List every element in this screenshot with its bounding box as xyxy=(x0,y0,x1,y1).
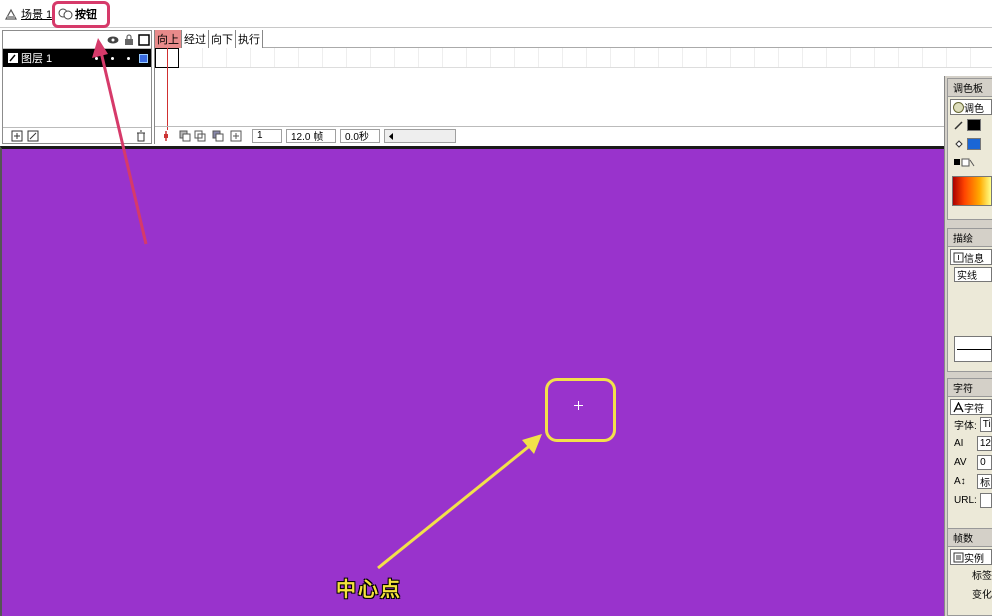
frame-panel: 帧数 实例 标签 变化 xyxy=(947,528,992,616)
layer-panel: 图层 1 xyxy=(2,30,152,144)
frame-label-row-panel: 标签 xyxy=(948,565,992,584)
add-guide-layer-icon[interactable] xyxy=(27,130,39,142)
url-field[interactable] xyxy=(979,493,992,508)
playhead[interactable] xyxy=(167,48,168,130)
stage[interactable]: 中心点 xyxy=(0,146,944,616)
url-row: URL: xyxy=(948,491,992,510)
layer-name: 图层 1 xyxy=(21,53,53,65)
center-point-annotation: 中心点 xyxy=(336,579,402,601)
palette-icon xyxy=(953,101,964,113)
lock-icon[interactable] xyxy=(123,34,135,46)
onion-outline-icon[interactable] xyxy=(194,130,206,142)
tracking-label: AV xyxy=(954,457,967,468)
paint-bucket-icon xyxy=(955,139,963,148)
add-layer-icon[interactable] xyxy=(11,130,23,142)
frame-tween-row: 变化 xyxy=(948,584,992,603)
instance-icon xyxy=(953,552,964,562)
swap-colors-icon[interactable] xyxy=(954,158,976,168)
current-frame: 1 xyxy=(252,128,282,143)
frame-tween-text: 变化 xyxy=(972,590,992,601)
stroke-style-dropdown[interactable]: 实线 xyxy=(954,267,992,282)
trash-icon[interactable] xyxy=(135,130,147,142)
character-title[interactable]: 字符 xyxy=(948,379,992,397)
kerning-label: A↕ xyxy=(954,476,966,487)
stroke-color-swatch[interactable] xyxy=(967,118,981,131)
tracking-field[interactable]: 0 xyxy=(977,455,992,470)
frame-area: 向上 经过 向下 执行 1 12.0 帧 0.0秒 xyxy=(154,30,992,144)
onion-markers-icon[interactable] xyxy=(230,130,242,142)
frame-label-text: 标签 xyxy=(972,571,992,582)
frame-label-row: 向上 经过 向下 执行 xyxy=(155,30,992,48)
url-label: URL: xyxy=(954,495,977,506)
timeline-scrollbar[interactable] xyxy=(384,128,456,143)
size-label: AI xyxy=(954,438,964,449)
font-row: 字体: Ti xyxy=(948,415,992,434)
layer-header xyxy=(3,31,151,49)
font-field[interactable]: Ti xyxy=(979,417,992,432)
color-mixer-panel: 调色板 调色 xyxy=(947,78,992,220)
text-tool-icon xyxy=(953,401,964,412)
pencil-icon xyxy=(954,120,963,130)
stroke-color-row xyxy=(948,115,992,134)
frame-rate: 12.0 帧 xyxy=(286,128,336,143)
character-panel: 字符 字符 字体: Ti AI 12 AV 0 A↕ 标 URL: xyxy=(947,378,992,530)
size-row: AI 12 xyxy=(948,434,992,453)
fill-color-swatch[interactable] xyxy=(967,137,981,150)
color-mixer-title[interactable]: 调色板 xyxy=(948,79,992,97)
frame-label-over[interactable]: 经过 xyxy=(182,30,209,48)
character-tab-label: 字符 xyxy=(964,403,984,415)
instance-tab-label: 实例 xyxy=(964,553,984,565)
frame-label-hit[interactable]: 执行 xyxy=(236,30,263,48)
timeline-status-bar: 1 12.0 帧 0.0秒 xyxy=(155,126,992,144)
outline-icon[interactable] xyxy=(138,34,150,46)
layer-row[interactable]: 图层 1 xyxy=(3,49,151,67)
color-mixer-tab-label: 调色 xyxy=(964,103,984,115)
size-field[interactable]: 12 xyxy=(976,436,992,451)
timeline: 图层 1 向上 经过 向下 执行 1 12.0 帧 0.0秒 xyxy=(0,28,992,146)
frame-label-up[interactable]: 向上 xyxy=(155,30,182,48)
stroke-title[interactable]: 描绘 xyxy=(948,229,992,247)
scene-icon xyxy=(4,7,18,21)
character-tab[interactable]: 字符 xyxy=(950,399,992,415)
stroke-info-tab-label: 信息 xyxy=(964,253,984,265)
center-frame-icon[interactable] xyxy=(161,130,171,142)
stroke-info-tab[interactable]: 信息 xyxy=(950,249,992,265)
layer-footer xyxy=(3,127,151,143)
breadcrumb: 场景 1 按钮 xyxy=(0,0,992,28)
layer-visibility-dot[interactable] xyxy=(95,57,98,60)
onion-skin-icon[interactable] xyxy=(179,130,191,142)
frame-title[interactable]: 帧数 xyxy=(948,529,992,547)
font-label: 字体: xyxy=(954,421,977,432)
tracking-row: AV 0 xyxy=(948,453,992,472)
stroke-preview xyxy=(954,336,992,362)
swap-colors-row xyxy=(948,153,992,172)
center-highlight-box xyxy=(545,378,616,442)
layer-color-square[interactable] xyxy=(139,54,148,63)
registration-point-icon[interactable] xyxy=(574,401,583,410)
frame-label-down[interactable]: 向下 xyxy=(209,30,236,48)
breadcrumb-scene-label: 场景 1 xyxy=(21,9,53,21)
stroke-style-row: 实线 xyxy=(948,265,992,284)
right-panel-dock: 调色板 调色 描绘 信息 实线 字符 字符 字体: Ti AI 12 AV 0 … xyxy=(944,76,992,616)
stroke-panel: 描绘 信息 实线 xyxy=(947,228,992,372)
kerning-row: A↕ 标 xyxy=(948,472,992,491)
instance-tab[interactable]: 实例 xyxy=(950,549,992,565)
layer-outline-dot[interactable] xyxy=(127,57,130,60)
frame-cells[interactable] xyxy=(155,48,992,68)
breadcrumb-highlight xyxy=(52,1,110,28)
layer-icon xyxy=(8,53,18,63)
fill-color-row xyxy=(948,134,992,153)
edit-multiple-icon[interactable] xyxy=(212,130,224,142)
info-icon xyxy=(953,252,964,262)
eye-icon[interactable] xyxy=(107,34,119,46)
breadcrumb-scene[interactable]: 场景 1 xyxy=(4,5,52,23)
elapsed-time: 0.0秒 xyxy=(340,128,380,143)
color-mixer-tab[interactable]: 调色 xyxy=(950,99,992,115)
layer-lock-dot[interactable] xyxy=(111,57,114,60)
kerning-field[interactable]: 标 xyxy=(977,474,992,489)
color-spectrum[interactable] xyxy=(952,176,992,206)
scroll-left-icon[interactable] xyxy=(387,132,395,141)
